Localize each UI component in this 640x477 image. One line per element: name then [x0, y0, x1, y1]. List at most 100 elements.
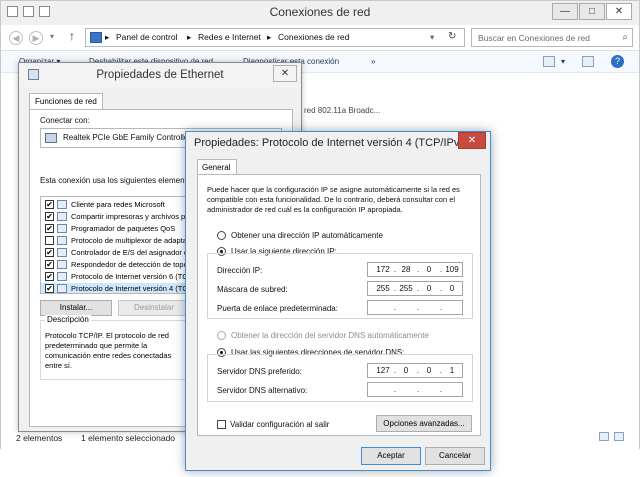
- ip-address-label: Dirección IP:: [217, 266, 263, 275]
- recent-chevron-icon[interactable]: ▾: [50, 32, 54, 41]
- subnet-mask-label: Máscara de subred:: [217, 285, 288, 294]
- ip-octet[interactable]: 0: [397, 366, 415, 375]
- ipv4-dialog-title: Propiedades: Protocolo de Internet versi…: [194, 137, 468, 149]
- component-label: Protocolo de Internet versión 4 (TCP/IPv…: [71, 284, 189, 293]
- search-box[interactable]: Buscar en Conexiones de red ⌕: [471, 28, 633, 47]
- list-item[interactable]: ✔ Compartir impresoras y archivos para re…: [41, 211, 189, 223]
- advanced-button[interactable]: Opciones avanzadas...: [376, 415, 472, 432]
- navigation-bar: ◀ ▶ ▾ ↑ ▸ Panel de control ▸ Redes e Int…: [1, 25, 639, 51]
- minimize-button[interactable]: —: [552, 3, 578, 20]
- component-checkbox[interactable]: ✔: [45, 260, 54, 269]
- preview-pane-icon[interactable]: [582, 56, 594, 67]
- selection-count: 1 elemento seleccionado: [81, 433, 176, 443]
- tab-networking[interactable]: Funciones de red: [29, 93, 103, 110]
- gateway-field[interactable]: ...: [367, 300, 463, 315]
- ip-octet[interactable]: 255: [374, 284, 392, 293]
- refresh-icon[interactable]: ↻: [448, 31, 456, 42]
- preferred-dns-field[interactable]: 127. 0. 0. 1: [367, 363, 463, 378]
- details-view-icon[interactable]: [599, 432, 609, 441]
- list-item[interactable]: ✔ Protocolo de Internet versión 6 (TCP/IP…: [41, 271, 189, 283]
- component-checkbox[interactable]: ✔: [45, 200, 54, 209]
- auto-ip-radio[interactable]: [217, 231, 226, 240]
- address-bar[interactable]: ▸ Panel de control ▸ Redes e Internet ▸ …: [85, 28, 465, 47]
- ip-octet[interactable]: 0: [420, 284, 438, 293]
- list-item[interactable]: ✔ Protocolo de Internet versión 4 (TCP/IP…: [41, 283, 189, 293]
- nic-icon: [45, 133, 57, 143]
- explorer-titlebar[interactable]: Conexiones de red — □ ✕: [1, 1, 639, 25]
- view-options-icon[interactable]: [543, 56, 555, 67]
- ip-octet[interactable]: 109: [443, 265, 461, 274]
- uninstall-button[interactable]: Desinstalar: [118, 300, 190, 316]
- install-button[interactable]: Instalar...: [40, 300, 112, 316]
- component-checkbox[interactable]: ✔: [45, 248, 54, 257]
- view-dropdown-icon[interactable]: ▾: [561, 57, 565, 66]
- help-icon[interactable]: ?: [611, 55, 624, 68]
- component-checkbox[interactable]: ✔: [45, 212, 54, 221]
- more-commands-button[interactable]: »: [371, 57, 375, 66]
- list-item[interactable]: ✔ Programador de paquetes QoS: [41, 223, 189, 235]
- ip-octet[interactable]: 1: [443, 366, 461, 375]
- component-label: Protocolo de Internet versión 6 (TCP/IPv…: [71, 272, 189, 281]
- component-checkbox[interactable]: ✔: [45, 224, 54, 233]
- breadcrumb-control-panel[interactable]: Panel de control: [116, 32, 177, 42]
- description-title: Descripción: [45, 315, 91, 324]
- ip-separator: .: [439, 385, 443, 394]
- up-arrow-icon[interactable]: ↑: [69, 29, 75, 43]
- ip-octet[interactable]: 255: [397, 284, 415, 293]
- search-icon[interactable]: ⌕: [622, 32, 628, 43]
- wifi-adapter-label[interactable]: red 802.11a Broadc...: [304, 106, 380, 115]
- intro-text: Puede hacer que la configuración IP se a…: [207, 185, 460, 214]
- search-input[interactable]: Buscar en Conexiones de red: [478, 33, 590, 43]
- auto-dns-radio[interactable]: [217, 331, 226, 340]
- list-item[interactable]: ✔ Cliente para redes Microsoft: [41, 199, 189, 211]
- auto-ip-label[interactable]: Obtener una dirección IP automáticamente: [231, 231, 383, 240]
- ethernet-dialog-titlebar[interactable]: Propiedades de Ethernet ✕: [19, 63, 301, 87]
- breadcrumb-network-internet[interactable]: Redes e Internet: [198, 32, 261, 42]
- ok-button[interactable]: Aceptar: [361, 447, 421, 465]
- tab-networking-label: Funciones de red: [35, 97, 97, 106]
- back-arrow-icon[interactable]: ◀: [9, 31, 23, 45]
- cancel-button[interactable]: Cancelar: [425, 447, 485, 465]
- list-item[interactable]: ✔ Controlador de E/S del asignador de det…: [41, 247, 189, 259]
- ip-separator: .: [416, 385, 420, 394]
- forward-arrow-icon[interactable]: ▶: [29, 31, 43, 45]
- component-checkbox[interactable]: [45, 236, 54, 245]
- ip-octet[interactable]: 0: [420, 366, 438, 375]
- description-group: Descripción Protocolo TCP/IP. El protoco…: [40, 315, 190, 380]
- control-panel-icon: [90, 32, 102, 43]
- auto-dns-label[interactable]: Obtener la dirección del servidor DNS au…: [231, 331, 429, 340]
- ip-address-field[interactable]: 172. 28. 0. 109: [367, 262, 463, 277]
- component-label: Compartir impresoras y archivos para red…: [71, 212, 189, 221]
- components-list[interactable]: ✔ Cliente para redes Microsoft ✔ Compartir …: [40, 196, 190, 294]
- alternate-dns-label: Servidor DNS alternativo:: [217, 386, 308, 395]
- ipv4-close-button[interactable]: ✕: [458, 132, 486, 149]
- validate-checkbox[interactable]: [217, 420, 226, 429]
- preferred-dns-label: Servidor DNS preferido:: [217, 367, 302, 376]
- subnet-mask-field[interactable]: 255. 255. 0. 0: [367, 281, 463, 296]
- gateway-label: Puerta de enlace predeterminada:: [217, 304, 338, 313]
- ip-separator: .: [393, 303, 397, 312]
- alternate-dns-field[interactable]: ...: [367, 382, 463, 397]
- validate-label[interactable]: Validar configuración al salir: [230, 420, 329, 429]
- breadcrumb-network-connections[interactable]: Conexiones de red: [278, 32, 349, 42]
- list-item[interactable]: ✔ Respondedor de detección de topologías: [41, 259, 189, 271]
- ip-octet[interactable]: 172: [374, 265, 392, 274]
- component-checkbox[interactable]: ✔: [45, 284, 54, 293]
- large-icons-view-icon[interactable]: [614, 432, 624, 441]
- maximize-button[interactable]: □: [579, 3, 605, 20]
- ip-octet[interactable]: 127: [374, 366, 392, 375]
- ip-octet[interactable]: 28: [397, 265, 415, 274]
- adapter-name: Realtek PCIe GbE Family Controller: [63, 133, 192, 142]
- window-title: Conexiones de red: [269, 5, 371, 19]
- ip-octet[interactable]: 0: [443, 284, 461, 293]
- ip-octet[interactable]: 0: [420, 265, 438, 274]
- items-label: Esta conexión usa los siguientes element…: [40, 176, 198, 185]
- component-checkbox[interactable]: ✔: [45, 272, 54, 281]
- list-item[interactable]: Protocolo de multiplexor de adaptador de…: [41, 235, 189, 247]
- ipv4-dialog-titlebar[interactable]: Propiedades: Protocolo de Internet versi…: [186, 132, 490, 154]
- ip-separator: .: [393, 385, 397, 394]
- close-button[interactable]: ✕: [606, 3, 632, 20]
- ethernet-close-button[interactable]: ✕: [273, 65, 297, 82]
- tab-general[interactable]: General: [197, 159, 237, 175]
- dropdown-chevron-icon[interactable]: ▾: [430, 32, 434, 43]
